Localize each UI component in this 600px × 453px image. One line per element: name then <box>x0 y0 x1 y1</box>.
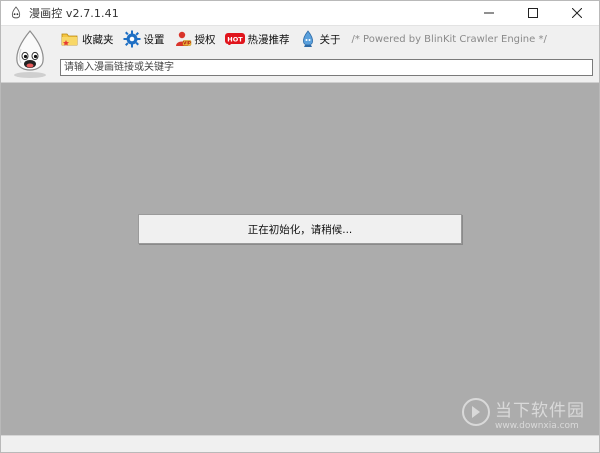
powered-by-text: /* Powered by BlinKit Crawler Engine */ <box>351 33 547 45</box>
watermark: 当下软件园 www.downxia.com <box>461 396 585 431</box>
close-icon <box>572 8 582 18</box>
mascot-logo <box>7 29 53 79</box>
about-button[interactable]: 关于 <box>299 28 341 50</box>
close-button[interactable] <box>555 1 599 25</box>
favorites-button[interactable]: 收藏夹 <box>61 28 114 50</box>
watermark-logo-icon <box>461 397 491 431</box>
folder-star-icon <box>61 30 79 48</box>
title-bar: 漫画控 v2.7.1.41 <box>1 1 599 25</box>
vip-user-icon: VIP <box>174 30 192 48</box>
about-label: 关于 <box>319 33 341 46</box>
hot-badge-icon: HOT <box>224 30 245 48</box>
license-button[interactable]: VIP 授权 <box>174 28 216 50</box>
hot-recommend-button[interactable]: HOT 热漫推荐 <box>224 28 290 50</box>
initializing-message: 正在初始化，请稍候... <box>247 223 353 236</box>
search-input[interactable] <box>60 59 593 76</box>
maximize-button[interactable] <box>511 1 555 25</box>
initializing-message-box: 正在初始化，请稍候... <box>138 214 462 244</box>
minimize-icon <box>484 12 494 14</box>
minimize-button[interactable] <box>467 1 511 25</box>
toolbar-area: 收藏夹 设置 VIP 授权 HOT 热漫推荐 关于 /* Powered by … <box>1 25 599 83</box>
app-window: 漫画控 v2.7.1.41 收藏夹 设置 VIP 授权 HOT 热漫推荐 关于 … <box>0 0 600 453</box>
watermark-text: 当下软件园 www.downxia.com <box>495 396 585 431</box>
status-bar <box>1 435 599 452</box>
settings-button[interactable]: 设置 <box>123 28 165 50</box>
gear-icon <box>123 30 141 48</box>
hot-recommend-label: 热漫推荐 <box>247 33 290 46</box>
watermark-url: www.downxia.com <box>495 421 579 431</box>
settings-label: 设置 <box>143 33 165 46</box>
license-label: 授权 <box>194 33 216 46</box>
maximize-icon <box>528 8 538 18</box>
window-controls <box>467 1 599 25</box>
about-drop-icon <box>299 30 317 48</box>
toolbar: 收藏夹 设置 VIP 授权 HOT 热漫推荐 关于 /* Powered by … <box>61 28 547 50</box>
favorites-label: 收藏夹 <box>82 33 114 46</box>
svg-text:VIP: VIP <box>183 40 191 45</box>
app-logo-icon <box>9 6 23 20</box>
main-content-area: 正在初始化，请稍候... 当下软件园 www.downxia.com <box>1 83 599 435</box>
hot-badge-text: HOT <box>227 35 243 43</box>
watermark-title: 当下软件园 <box>495 401 585 421</box>
window-title: 漫画控 v2.7.1.41 <box>29 7 119 20</box>
